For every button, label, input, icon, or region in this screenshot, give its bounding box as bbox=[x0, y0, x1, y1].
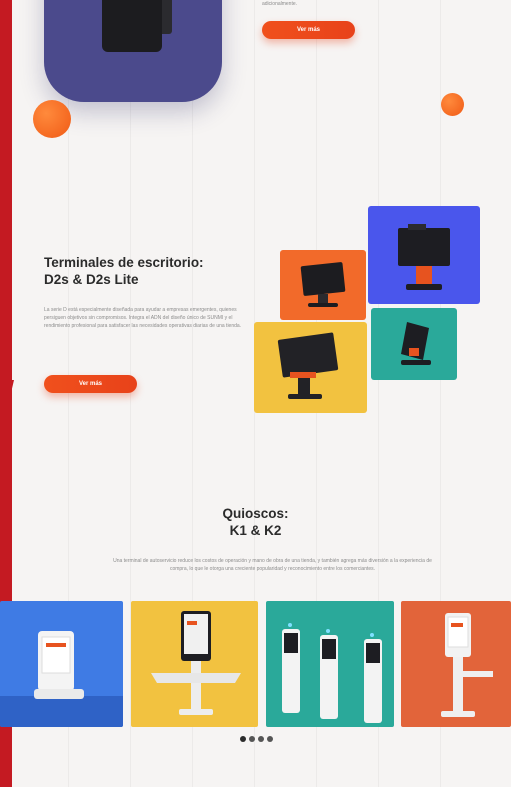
kiosk-card-blue[interactable] bbox=[0, 601, 123, 727]
kiosk-title-line1: Quioscos: bbox=[222, 506, 289, 521]
tile-teal-d2s bbox=[371, 308, 457, 380]
kiosk-card-yellow[interactable] bbox=[131, 601, 258, 727]
red-wedge-decoration bbox=[0, 380, 14, 440]
top-caption: adicionalmente. bbox=[262, 1, 298, 7]
top-device-card bbox=[44, 0, 222, 102]
orange-dot-decoration bbox=[33, 100, 71, 138]
kiosk-card-teal[interactable] bbox=[266, 601, 394, 727]
carousel-dot[interactable] bbox=[249, 736, 255, 742]
terminal-device-image bbox=[102, 0, 172, 52]
kiosk-title-line2: K1 & K2 bbox=[229, 523, 282, 538]
desktop-title-line2: D2s & D2s Lite bbox=[44, 272, 139, 287]
tile-orange-d2s bbox=[280, 250, 366, 320]
desktop-title-line1: Terminales de escritorio: bbox=[44, 255, 204, 270]
carousel-dot[interactable] bbox=[258, 736, 264, 742]
ver-mas-button-top[interactable]: Ver más bbox=[262, 21, 355, 39]
tile-yellow-d2s bbox=[254, 322, 367, 413]
kiosk-title: Quioscos: K1 & K2 bbox=[0, 505, 511, 539]
desktop-title: Terminales de escritorio: D2s & D2s Lite bbox=[44, 254, 204, 288]
kiosk-card-orange[interactable] bbox=[401, 601, 511, 727]
kiosk-paragraph: Una terminal de autoservicio reduce los … bbox=[113, 558, 432, 573]
carousel-dots bbox=[240, 736, 273, 744]
carousel-dot[interactable] bbox=[240, 736, 246, 742]
desktop-paragraph: La serie D está especialmente diseñada p… bbox=[44, 307, 242, 330]
tile-blue-d2s bbox=[368, 206, 480, 304]
carousel-dot[interactable] bbox=[267, 736, 273, 742]
orange-dot-decoration-small bbox=[441, 93, 464, 116]
ver-mas-button-desktop[interactable]: Ver más bbox=[44, 375, 137, 393]
